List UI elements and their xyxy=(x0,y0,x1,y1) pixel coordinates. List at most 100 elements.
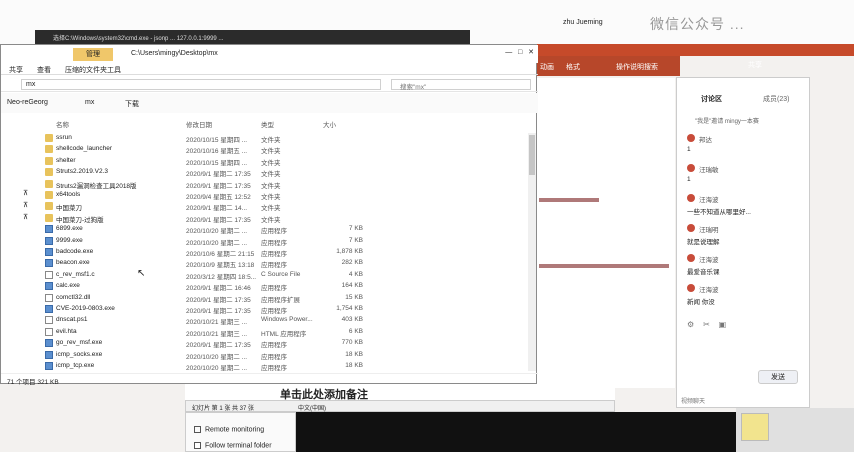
file-name: go_rev_msf.exe xyxy=(56,339,103,347)
file-name: evil.hta xyxy=(56,327,77,335)
file-row[interactable]: x64tools 2020/9/4 星期五 12:52 文件夹 xyxy=(41,190,538,201)
file-row[interactable]: icmp_tcp.exe 2020/10/20 星期二 ... 应用程序 18 KB xyxy=(41,361,538,372)
file-row[interactable]: comctl32.dll 2020/9/1 星期二 17:35 应用程序扩展 15 K… xyxy=(41,293,538,304)
quick-item-downloads[interactable]: 下载 xyxy=(125,99,139,109)
search-input[interactable]: 搜索"mx" xyxy=(391,79,531,91)
scissors-icon[interactable]: ✂ xyxy=(703,320,710,329)
taskbar-area xyxy=(736,408,854,452)
file-row[interactable]: Struts2.2019.V2.3 2020/9/1 星期二 17:35 文件夹 xyxy=(41,167,538,178)
file-row[interactable]: badcode.exe 2020/10/6 星期二 21:15 应用程序 1,878 … xyxy=(41,247,538,258)
file-date: 2020/10/9 星期五 13:18 xyxy=(186,262,255,270)
message-author: 汪瑞敏 xyxy=(699,167,719,174)
file-explorer-window: 管理 C:\Users\mingy\Desktop\mx — □ ✕ 共享 查看… xyxy=(0,44,538,386)
file-date: 2020/10/20 星期二 ... xyxy=(186,365,248,372)
folder-icon xyxy=(45,168,53,177)
ribbon-tab-zip-tools[interactable]: 压缩的文件夹工具 xyxy=(65,65,121,75)
image-icon[interactable]: ▣ xyxy=(719,320,727,329)
file-size: 18 KB xyxy=(345,350,363,358)
notes-area[interactable]: 单击此处添加备注 xyxy=(185,384,615,401)
slide-canvas xyxy=(535,78,675,388)
send-button[interactable]: 发送 xyxy=(758,370,798,384)
follow-terminal-option[interactable]: Follow terminal folder xyxy=(194,442,272,449)
file-size: 6 KB xyxy=(348,327,363,335)
file-row[interactable]: shelter 2020/10/15 星期四 ... 文件夹 xyxy=(41,156,538,167)
file-row[interactable]: shellcode_launcher 2020/10/16 星期五 ... 文件夹 xyxy=(41,144,538,156)
file-row[interactable]: Struts2漏洞检查工具2018版 2020/9/1 星期二 17:35 文件夹 xyxy=(41,179,538,190)
file-row[interactable]: 9999.exe 2020/10/20 星期二 ... 应用程序 7 KB xyxy=(41,236,538,247)
exe-icon xyxy=(45,339,53,348)
header-size[interactable]: 大小 xyxy=(323,119,336,129)
checkbox[interactable] xyxy=(194,442,201,449)
tab-discuss[interactable]: 讨论区 xyxy=(701,94,722,104)
file-row[interactable]: CVE-2019-0803.exe 2020/9/1 星期二 17:35 应用程序 1… xyxy=(41,304,538,315)
file-row[interactable]: calc.exe 2020/9/1 星期二 16:46 应用程序 164 KB xyxy=(41,281,538,292)
sticky-note-icon[interactable] xyxy=(741,413,769,441)
file-row[interactable]: go_rev_msf.exe 2020/9/1 星期二 17:35 应用程序 770 … xyxy=(41,338,538,350)
video-chat-label[interactable]: 视频聊天 xyxy=(681,396,705,405)
file-date: 2020/9/1 星期二 17:35 xyxy=(186,216,251,224)
window-title: C:\Users\mingy\Desktop\mx xyxy=(131,50,218,57)
slide-count: 幻灯片 第 1 张 共 37 张 xyxy=(192,406,255,412)
quick-item-mx[interactable]: mx xyxy=(85,99,94,106)
chat-notice: "我是"邀请 mingy一本赛 xyxy=(695,119,759,125)
address-bar[interactable]: mx xyxy=(21,79,381,90)
avatar xyxy=(687,224,695,232)
file-size: 164 KB xyxy=(341,282,363,290)
file-name: c_rev_msf1.c xyxy=(56,270,95,278)
file-row[interactable]: ssrun 2020/10/15 星期四 ... 文件夹 xyxy=(41,133,538,144)
ppt-tab-search[interactable]: 操作说明搜索 xyxy=(616,62,658,72)
file-row[interactable]: beacon.exe 2020/10/9 星期五 13:18 应用程序 282 KB xyxy=(41,258,538,270)
tab-manage[interactable]: 管理 xyxy=(73,48,113,61)
ppt-tab-format[interactable]: 格式 xyxy=(566,62,580,72)
file-name: 9999.exe xyxy=(56,236,83,244)
minimize-icon[interactable]: — xyxy=(505,49,512,56)
cmd-title: 选择C:\Windows\system32\cmd.exe - jsonp ..… xyxy=(53,36,224,42)
header-type[interactable]: 类型 xyxy=(261,119,274,129)
file-type: 应用程序 xyxy=(261,365,287,372)
scrollbar-thumb[interactable] xyxy=(529,135,535,175)
close-icon[interactable]: ✕ xyxy=(528,49,534,56)
file-type: C Source File xyxy=(261,270,301,278)
file-row[interactable]: 6899.exe 2020/10/20 星期二 ... 应用程序 7 KB xyxy=(41,224,538,235)
file-date: 2020/10/15 星期四 ... xyxy=(186,137,248,144)
file-row[interactable]: c_rev_msf1.c 2020/3/12 星期四 18:5... C Sourc… xyxy=(41,270,538,281)
file-size: 1,878 KB xyxy=(336,248,363,255)
follow-terminal-label: Follow terminal folder xyxy=(205,442,272,450)
ribbon-tab-view[interactable]: 查看 xyxy=(37,65,51,75)
file-row[interactable]: evil.hta 2020/10/21 星期三 ... HTML 应用程序 6 KB xyxy=(41,327,538,338)
file-row[interactable]: 中国菜刀 2020/9/1 星期二 14... 文件夹 xyxy=(41,201,538,213)
file-name: 中国菜刀-过狗版 xyxy=(56,216,104,224)
tab-members[interactable]: 成员(23) xyxy=(763,94,789,104)
exe-icon xyxy=(45,225,53,234)
file-icon xyxy=(45,327,53,336)
checkbox[interactable] xyxy=(194,426,201,433)
gear-icon[interactable]: ⚙ xyxy=(687,320,694,329)
file-row[interactable]: dnscat.ps1 2020/10/21 星期三 ... Windows Powe… xyxy=(41,315,538,326)
file-name: 中国菜刀 xyxy=(56,205,82,213)
file-icon xyxy=(45,316,53,325)
file-name: 6899.exe xyxy=(56,225,83,233)
file-size: 1,754 KB xyxy=(336,305,363,312)
header-date[interactable]: 修改日期 xyxy=(186,119,212,129)
ppt-tab-animation[interactable]: 动画 xyxy=(540,62,554,72)
navigation-pane: ⊼ ⊼ ⊼ xyxy=(1,113,41,373)
status-text: 71 个项目 321 KB xyxy=(7,379,59,386)
maximize-icon[interactable]: □ xyxy=(518,49,522,56)
file-type: 文件夹 xyxy=(261,148,281,156)
column-headers: 名称 修改日期 类型 大小 xyxy=(41,119,538,131)
file-name: CVE-2019-0803.exe xyxy=(56,305,115,312)
message-text: 就是说理解 xyxy=(687,239,720,246)
header-name[interactable]: 名称 xyxy=(56,119,69,129)
remote-panel: Remote monitoring Follow terminal folder xyxy=(185,412,296,452)
file-row[interactable]: icmp_socks.exe 2020/10/20 星期二 ... 应用程序 18 K… xyxy=(41,350,538,361)
file-date: 2020/9/1 星期二 17:35 xyxy=(186,342,251,350)
file-type: 文件夹 xyxy=(261,194,281,201)
ribbon-tab-share[interactable]: 共享 xyxy=(9,65,23,75)
file-size: 403 KB xyxy=(341,316,363,324)
quick-item-neo[interactable]: Neo-reGeorg xyxy=(7,99,48,106)
file-name: x64tools xyxy=(56,191,81,198)
file-row[interactable]: 中国菜刀-过狗版 2020/9/1 星期二 17:35 文件夹 xyxy=(41,213,538,224)
file-type: 应用程序扩展 xyxy=(261,296,300,304)
share-button[interactable]: 共享 xyxy=(748,60,762,70)
remote-monitoring-option[interactable]: Remote monitoring xyxy=(194,426,264,433)
